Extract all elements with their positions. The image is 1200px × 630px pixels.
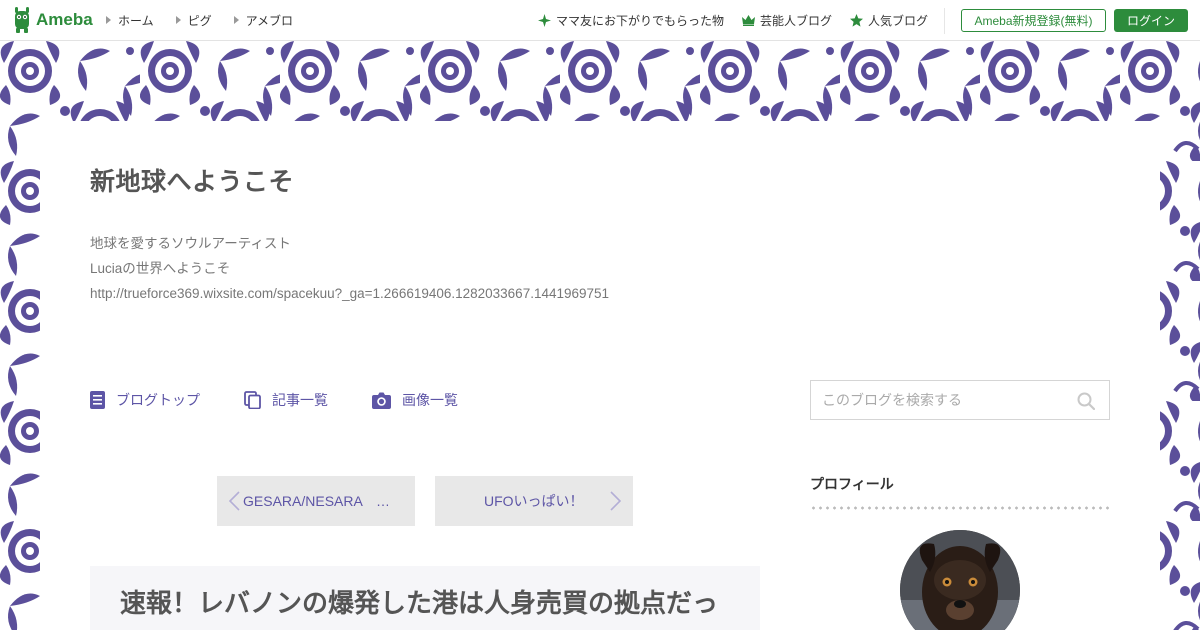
- logo-text: Ameba: [36, 10, 93, 29]
- next-entry-label: UFOいっぱい！: [484, 493, 584, 509]
- crown-icon: [742, 14, 756, 26]
- blog-nav-label: 記事一覧: [272, 392, 328, 408]
- triangle-right-icon: [175, 16, 181, 24]
- blog-nav-entry-list[interactable]: 記事一覧: [244, 390, 328, 410]
- blog-description-line: Luciaの世界へようこそ: [90, 261, 231, 276]
- header-link-label: ママ友にお下がりでもらった物: [556, 13, 725, 28]
- top-nav-pigg[interactable]: ピグ: [175, 12, 212, 29]
- header-links: ママ友にお下がりでもらった物 芸能人ブログ 人気ブログ: [538, 0, 928, 40]
- article-title[interactable]: 速報！レバノンの爆発した港は人身売買の拠点だっ: [120, 586, 732, 622]
- top-nav-label: ホーム: [118, 13, 154, 28]
- triangle-right-icon: [106, 16, 111, 24]
- header-divider: [944, 8, 945, 34]
- top-nav-label: ピグ: [187, 13, 212, 28]
- ameba-header: Ameba ホーム ピグ アメブロ ママ友にお下がりでもらった物 芸能人ブログ …: [0, 0, 1200, 41]
- chevron-left-icon: [228, 491, 240, 511]
- blog-nav-image-list[interactable]: 画像一覧: [372, 390, 458, 410]
- chevron-right-icon: [610, 491, 622, 511]
- copy-icon: [244, 391, 261, 409]
- blog-title[interactable]: 新地球へようこそ: [90, 162, 294, 198]
- triangle-right-icon: [233, 16, 239, 24]
- top-nav: ホーム ピグ アメブロ: [106, 0, 293, 40]
- blog-nav-label: ブログトップ: [116, 392, 200, 408]
- top-nav-ameblo[interactable]: アメブロ: [233, 12, 294, 29]
- blog-nav-label: 画像一覧: [402, 392, 458, 408]
- profile-heading: プロフィール: [810, 476, 894, 492]
- previous-entry-label: GESARA/NESARA …: [243, 493, 388, 509]
- star-icon: [850, 13, 864, 27]
- profile-divider: [810, 506, 1110, 510]
- header-link-popular-blogs[interactable]: 人気ブログ: [850, 12, 928, 29]
- top-nav-label: アメブロ: [245, 13, 294, 28]
- blog-nav-top[interactable]: ブログトップ: [90, 390, 200, 410]
- top-nav-home[interactable]: ホーム: [106, 12, 154, 29]
- register-button[interactable]: Ameba新規登録(無料): [961, 9, 1106, 32]
- login-button[interactable]: ログイン: [1114, 9, 1188, 32]
- blog-description-link[interactable]: http://trueforce369.wixsite.com/spacekuu…: [90, 281, 609, 306]
- camera-icon: [372, 392, 391, 409]
- document-icon: [90, 391, 105, 409]
- header-link-trending-topic[interactable]: ママ友にお下がりでもらった物: [538, 12, 724, 29]
- previous-entry-button[interactable]: GESARA/NESARA …: [217, 476, 415, 526]
- next-entry-button[interactable]: UFOいっぱい！: [435, 476, 633, 526]
- ameba-mascot-icon: [15, 7, 29, 33]
- ameba-logo[interactable]: Ameba: [12, 7, 93, 33]
- blog-description: 地球を愛するソウルアーティスト Luciaの世界へようこそ http://tru…: [90, 231, 609, 306]
- header-link-celebrity-blogs[interactable]: 芸能人ブログ: [742, 12, 832, 29]
- sparkle-icon: [538, 13, 551, 27]
- blog-search-box: [810, 380, 1110, 420]
- search-icon[interactable]: [1077, 392, 1095, 410]
- header-link-label: 芸能人ブログ: [760, 13, 833, 28]
- blog-search-input[interactable]: [811, 381, 1061, 419]
- article-header: 速報！レバノンの爆発した港は人身売買の拠点だっ: [90, 566, 760, 630]
- header-link-label: 人気ブログ: [868, 13, 929, 28]
- blog-nav: ブログトップ 記事一覧 画像一覧: [90, 386, 502, 414]
- blog-description-line: 地球を愛するソウルアーティスト: [90, 236, 291, 251]
